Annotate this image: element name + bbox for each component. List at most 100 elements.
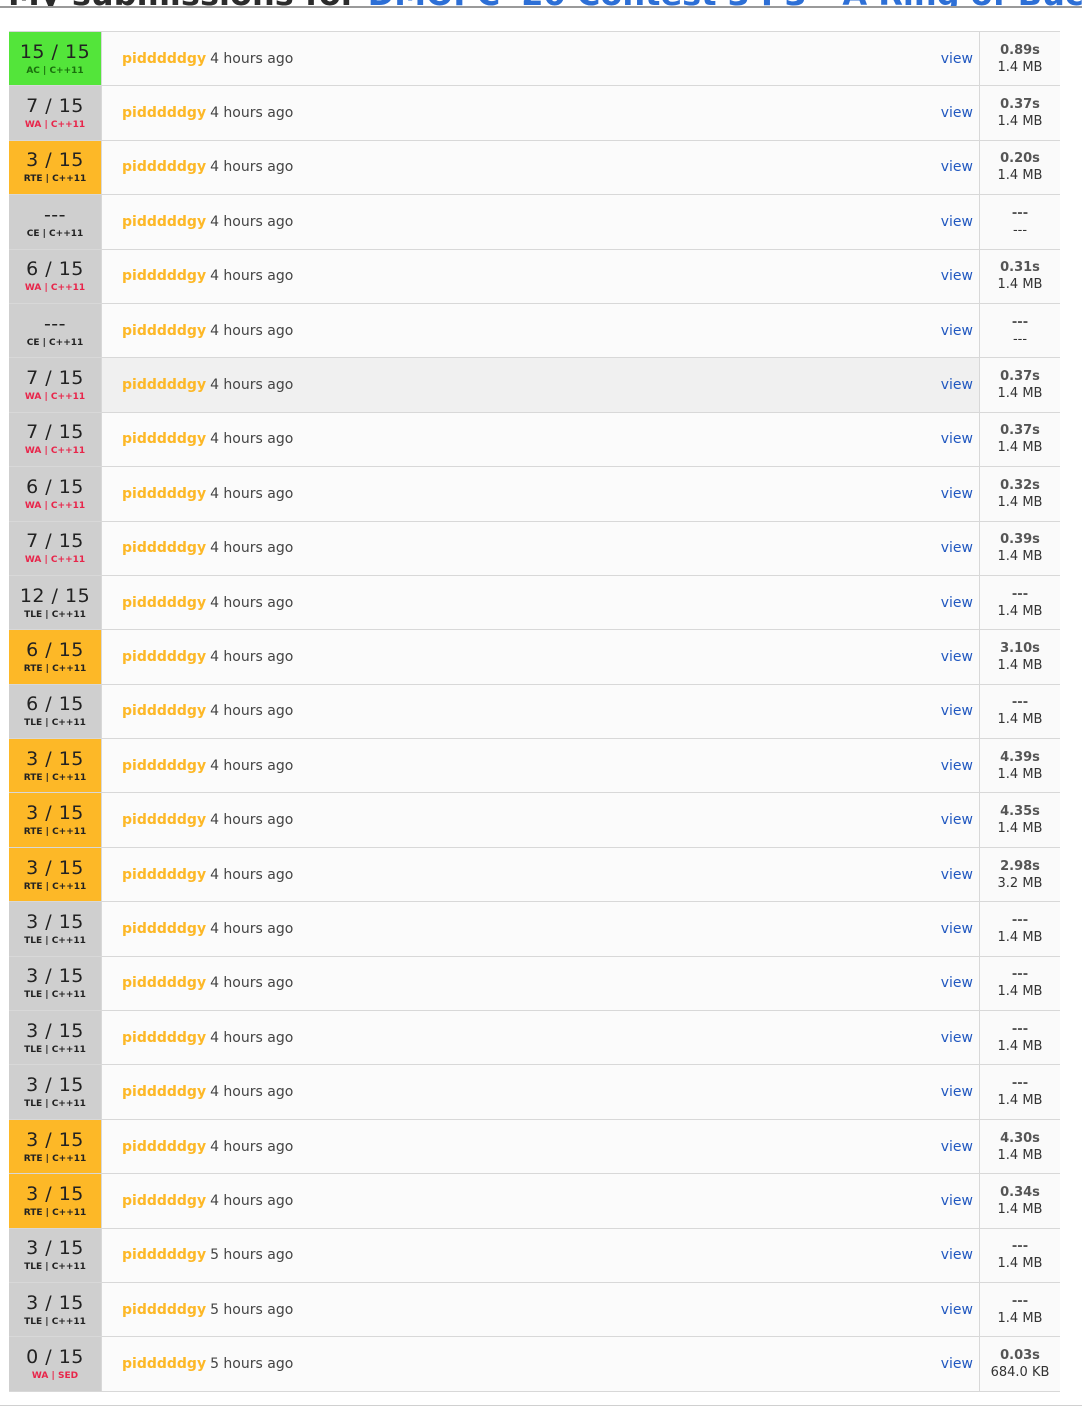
user-link[interactable]: pidddddgy bbox=[122, 1030, 206, 1046]
view-link[interactable]: view bbox=[941, 595, 973, 611]
runtime: --- bbox=[1011, 314, 1029, 330]
timestamp: 4 hours ago bbox=[210, 431, 294, 448]
result-cell[interactable]: 3 / 15 TLE | C++11 bbox=[9, 1282, 102, 1337]
user-link[interactable]: pidddddgy bbox=[122, 812, 206, 828]
result-cell[interactable]: 7 / 15 WA | C++11 bbox=[9, 86, 102, 140]
language: C++11 bbox=[52, 174, 87, 185]
user-link[interactable]: pidddddgy bbox=[122, 703, 206, 719]
language: C++11 bbox=[51, 935, 86, 946]
view-link[interactable]: view bbox=[941, 1247, 973, 1263]
stats-cell: --- 1.4 MB bbox=[979, 575, 1060, 630]
view-link[interactable]: view bbox=[941, 703, 973, 719]
status-badge: TLE | C++11 bbox=[24, 1261, 86, 1273]
user-link[interactable]: pidddddgy bbox=[122, 159, 206, 175]
result-cell[interactable]: 3 / 15 TLE | C++11 bbox=[9, 1228, 102, 1282]
result-cell[interactable]: 7 / 15 WA | C++11 bbox=[9, 358, 102, 412]
status-code: WA bbox=[24, 555, 42, 566]
result-cell[interactable]: 7 / 15 WA | C++11 bbox=[9, 521, 102, 575]
result-cell[interactable]: 12 / 15 TLE | C++11 bbox=[9, 575, 102, 630]
result-cell[interactable]: 3 / 15 TLE | C++11 bbox=[9, 1011, 102, 1065]
result-cell[interactable]: 6 / 15 WA | C++11 bbox=[9, 467, 102, 521]
stats-cell: 3.10s 1.4 MB bbox=[979, 630, 1060, 684]
user-link[interactable]: pidddddgy bbox=[122, 595, 206, 611]
score: 3 / 15 bbox=[26, 910, 84, 933]
view-link[interactable]: view bbox=[941, 867, 973, 883]
user-link[interactable]: pidddddgy bbox=[122, 486, 206, 502]
view-link[interactable]: view bbox=[941, 431, 973, 447]
user-link[interactable]: pidddddgy bbox=[122, 323, 206, 339]
status-code: RTE bbox=[23, 1207, 43, 1218]
stats-cell: 0.39s 1.4 MB bbox=[979, 521, 1060, 575]
view-link[interactable]: view bbox=[941, 1356, 973, 1372]
score: 3 / 15 bbox=[26, 747, 84, 770]
user-link[interactable]: pidddddgy bbox=[122, 540, 206, 556]
view-link[interactable]: view bbox=[941, 486, 973, 502]
runtime: 0.32s bbox=[1000, 477, 1040, 493]
view-link[interactable]: view bbox=[941, 214, 973, 230]
problem-link[interactable]: DMOPC '20 Contest 3 P3 - A Ring of Bucke… bbox=[368, 0, 1082, 6]
view-link[interactable]: view bbox=[941, 921, 973, 937]
user-link[interactable]: pidddddgy bbox=[122, 431, 206, 447]
score: 6 / 15 bbox=[26, 475, 84, 498]
user-link[interactable]: pidddddgy bbox=[122, 975, 206, 991]
user-link[interactable]: pidddddgy bbox=[122, 377, 206, 393]
user-link[interactable]: pidddddgy bbox=[122, 1356, 206, 1372]
result-cell[interactable]: 6 / 15 RTE | C++11 bbox=[9, 630, 102, 684]
user-link[interactable]: pidddddgy bbox=[122, 1084, 206, 1100]
view-link[interactable]: view bbox=[941, 377, 973, 393]
user-link[interactable]: pidddddgy bbox=[122, 51, 206, 67]
timestamp: 4 hours ago bbox=[210, 703, 294, 720]
memory: 1.4 MB bbox=[997, 1147, 1043, 1163]
view-link[interactable]: view bbox=[941, 105, 973, 121]
result-cell[interactable]: 7 / 15 WA | C++11 bbox=[9, 412, 102, 467]
result-cell[interactable]: 3 / 15 RTE | C++11 bbox=[9, 739, 102, 793]
view-link[interactable]: view bbox=[941, 1193, 973, 1209]
result-cell[interactable]: 3 / 15 RTE | C++11 bbox=[9, 140, 102, 195]
user-link[interactable]: pidddddgy bbox=[122, 1139, 206, 1155]
user-link[interactable]: pidddddgy bbox=[122, 649, 206, 665]
view-link[interactable]: view bbox=[941, 975, 973, 991]
view-link[interactable]: view bbox=[941, 159, 973, 175]
result-cell[interactable]: 3 / 15 TLE | C++11 bbox=[9, 1065, 102, 1119]
user-link[interactable]: pidddddgy bbox=[122, 1247, 206, 1263]
status-separator: | bbox=[42, 609, 52, 620]
status-separator: | bbox=[41, 500, 51, 511]
result-cell[interactable]: 3 / 15 RTE | C++11 bbox=[9, 1174, 102, 1228]
status-separator: | bbox=[42, 881, 53, 892]
result-cell[interactable]: 3 / 15 RTE | C++11 bbox=[9, 847, 102, 902]
result-cell[interactable]: 0 / 15 WA | SED bbox=[9, 1337, 102, 1391]
result-cell[interactable]: 3 / 15 TLE | C++11 bbox=[9, 902, 102, 956]
result-cell[interactable]: 6 / 15 TLE | C++11 bbox=[9, 684, 102, 739]
result-cell[interactable]: 3 / 15 RTE | C++11 bbox=[9, 793, 102, 847]
result-cell[interactable]: 15 / 15 AC | C++11 bbox=[9, 32, 102, 86]
result-cell[interactable]: --- CE | C++11 bbox=[9, 303, 102, 358]
user-link[interactable]: pidddddgy bbox=[122, 268, 206, 284]
view-link[interactable]: view bbox=[941, 649, 973, 665]
view-link[interactable]: view bbox=[941, 758, 973, 774]
view-link[interactable]: view bbox=[941, 268, 973, 284]
view-link[interactable]: view bbox=[941, 323, 973, 339]
user-link[interactable]: pidddddgy bbox=[122, 1302, 206, 1318]
table-row: --- CE | C++11 pidddddgy 4 hours ago view ---… bbox=[9, 195, 1060, 250]
view-link[interactable]: view bbox=[941, 1302, 973, 1318]
view-link[interactable]: view bbox=[941, 1139, 973, 1155]
user-link[interactable]: pidddddgy bbox=[122, 867, 206, 883]
result-cell[interactable]: 3 / 15 RTE | C++11 bbox=[9, 1119, 102, 1174]
view-link[interactable]: view bbox=[941, 1030, 973, 1046]
submission-info: pidddddgy 4 hours ago view bbox=[102, 195, 979, 248]
view-link[interactable]: view bbox=[941, 812, 973, 828]
user-link[interactable]: pidddddgy bbox=[122, 105, 206, 121]
view-link[interactable]: view bbox=[941, 1084, 973, 1100]
user-link[interactable]: pidddddgy bbox=[122, 1193, 206, 1209]
result-cell[interactable]: 6 / 15 WA | C++11 bbox=[9, 249, 102, 303]
memory: 1.4 MB bbox=[997, 603, 1043, 619]
user-link[interactable]: pidddddgy bbox=[122, 214, 206, 230]
user-link[interactable]: pidddddgy bbox=[122, 921, 206, 937]
view-link[interactable]: view bbox=[941, 51, 973, 67]
language: C++11 bbox=[50, 392, 86, 403]
result-cell[interactable]: 3 / 15 TLE | C++11 bbox=[9, 956, 102, 1011]
submission-info: pidddddgy 4 hours ago view bbox=[102, 250, 979, 303]
view-link[interactable]: view bbox=[941, 540, 973, 556]
result-cell[interactable]: --- CE | C++11 bbox=[9, 195, 102, 249]
user-link[interactable]: pidddddgy bbox=[122, 758, 206, 774]
